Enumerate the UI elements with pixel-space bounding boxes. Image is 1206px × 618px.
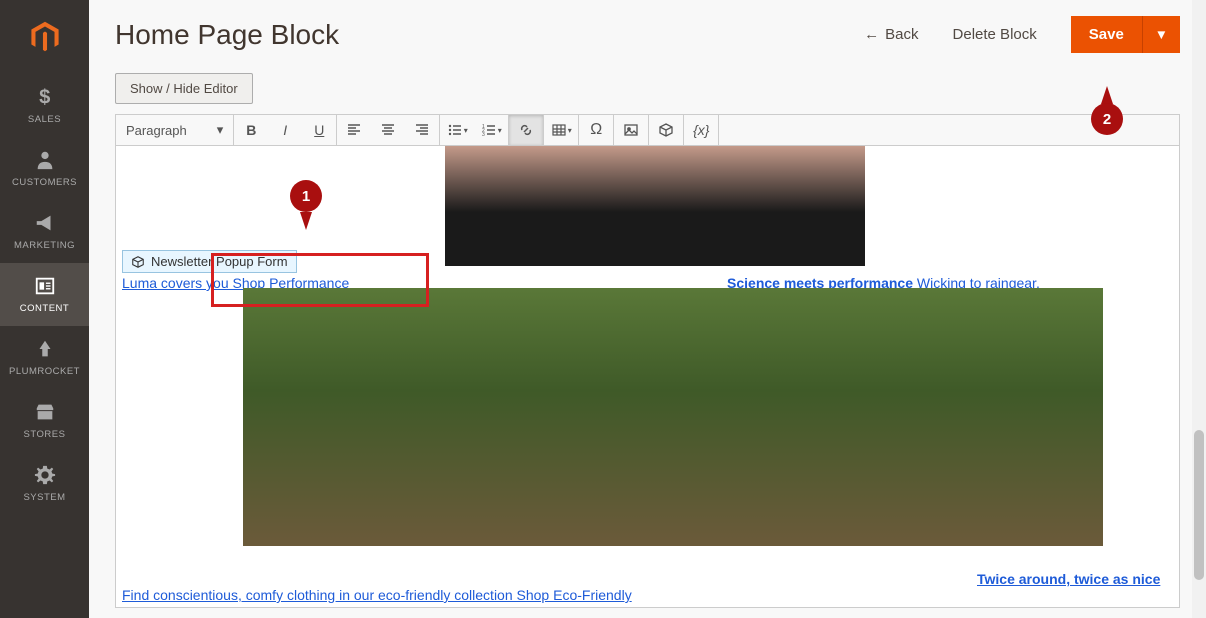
cube-icon (131, 255, 145, 269)
sidebar-item-content[interactable]: CONTENT (0, 263, 89, 326)
align-right-button[interactable] (405, 115, 439, 145)
image-button[interactable] (614, 115, 648, 145)
content-icon (34, 275, 56, 297)
triangle-down-icon: ▼ (1155, 27, 1168, 42)
sidebar-item-marketing[interactable]: MARKETING (0, 200, 89, 263)
svg-text:$: $ (39, 86, 51, 108)
link-button[interactable] (509, 115, 543, 145)
vertical-scrollbar[interactable] (1192, 0, 1206, 618)
page-title: Home Page Block (115, 19, 864, 51)
widget-button[interactable] (649, 115, 683, 145)
sidebar-item-stores[interactable]: STORES (0, 389, 89, 452)
plumrocket-icon (34, 338, 56, 360)
annotation-callout-2: 2 (1091, 103, 1123, 135)
sidebar-item-plumrocket[interactable]: PLUMROCKET (0, 326, 89, 389)
sidebar-item-label: SYSTEM (23, 492, 65, 503)
header-actions: ← Back Delete Block Save ▼ (864, 16, 1180, 53)
italic-button[interactable]: I (268, 115, 302, 145)
main-content: Home Page Block ← Back Delete Block Save… (89, 0, 1206, 618)
content-text-eco[interactable]: Find conscientious, comfy clothing in ou… (122, 587, 632, 603)
magento-logo[interactable] (0, 0, 89, 74)
page-header: Home Page Block ← Back Delete Block Save… (89, 0, 1206, 73)
content-image-woman (445, 146, 865, 266)
sidebar-item-sales[interactable]: $ SALES (0, 74, 89, 137)
gear-icon (34, 464, 56, 486)
sidebar-item-label: CONTENT (20, 303, 69, 314)
back-label: Back (885, 26, 918, 43)
content-link-twice[interactable]: Twice around, twice as nice (977, 571, 1160, 587)
align-left-button[interactable] (337, 115, 371, 145)
delete-block-button[interactable]: Delete Block (953, 26, 1037, 43)
save-dropdown-button[interactable]: ▼ (1142, 16, 1180, 53)
megaphone-icon (34, 212, 56, 234)
content-text-line-2: Twice around, twice as nice Find conscie… (122, 571, 1173, 603)
bullet-list-button[interactable]: ▾ (440, 115, 474, 145)
annotation-arrow-1 (300, 212, 312, 230)
format-dropdown-label: Paragraph (126, 123, 187, 138)
chevron-down-icon: ▾ (498, 126, 502, 135)
editor-content-area[interactable]: Newsletter Popup Form Luma covers you Sh… (115, 146, 1180, 608)
sidebar-item-system[interactable]: SYSTEM (0, 452, 89, 515)
scrollbar-thumb[interactable] (1194, 430, 1204, 580)
chevron-down-icon: ▾ (464, 126, 468, 135)
chevron-down-icon: ▾ (217, 122, 224, 138)
show-hide-editor-button[interactable]: Show / Hide Editor (115, 73, 253, 104)
sidebar-item-label: MARKETING (14, 240, 75, 251)
sidebar-item-customers[interactable]: CUSTOMERS (0, 137, 89, 200)
back-button[interactable]: ← Back (864, 26, 918, 43)
annotation-callout-1: 1 (290, 180, 322, 212)
chevron-down-icon: ▾ (568, 126, 572, 135)
admin-sidebar: $ SALES CUSTOMERS MARKETING CONTENT PLUM… (0, 0, 89, 618)
format-dropdown[interactable]: Paragraph ▾ (116, 115, 234, 145)
sidebar-item-label: STORES (24, 429, 66, 440)
svg-text:3: 3 (482, 132, 485, 138)
arrow-left-icon: ← (864, 26, 879, 43)
save-button-group: Save ▼ (1071, 16, 1180, 53)
save-button[interactable]: Save (1071, 16, 1142, 53)
annotation-highlight-1 (211, 253, 429, 307)
variable-button[interactable]: {x} (684, 115, 718, 145)
sidebar-item-label: CUSTOMERS (12, 177, 77, 188)
annotation-arrow-2 (1101, 86, 1113, 104)
sidebar-item-label: SALES (28, 114, 61, 125)
bold-button[interactable]: B (234, 115, 268, 145)
table-button[interactable]: ▾ (544, 115, 578, 145)
dollar-icon: $ (34, 86, 56, 108)
content-image-forest (243, 288, 1103, 546)
special-char-button[interactable]: Ω (579, 115, 613, 145)
wysiwyg-editor: Paragraph ▾ B I U ▾ 123▾ (115, 114, 1180, 608)
editor-toolbar: Paragraph ▾ B I U ▾ 123▾ (115, 114, 1180, 146)
numbered-list-button[interactable]: 123▾ (474, 115, 508, 145)
person-icon (34, 149, 56, 171)
align-center-button[interactable] (371, 115, 405, 145)
stores-icon (34, 401, 56, 423)
sidebar-item-label: PLUMROCKET (9, 366, 80, 377)
underline-button[interactable]: U (302, 115, 336, 145)
